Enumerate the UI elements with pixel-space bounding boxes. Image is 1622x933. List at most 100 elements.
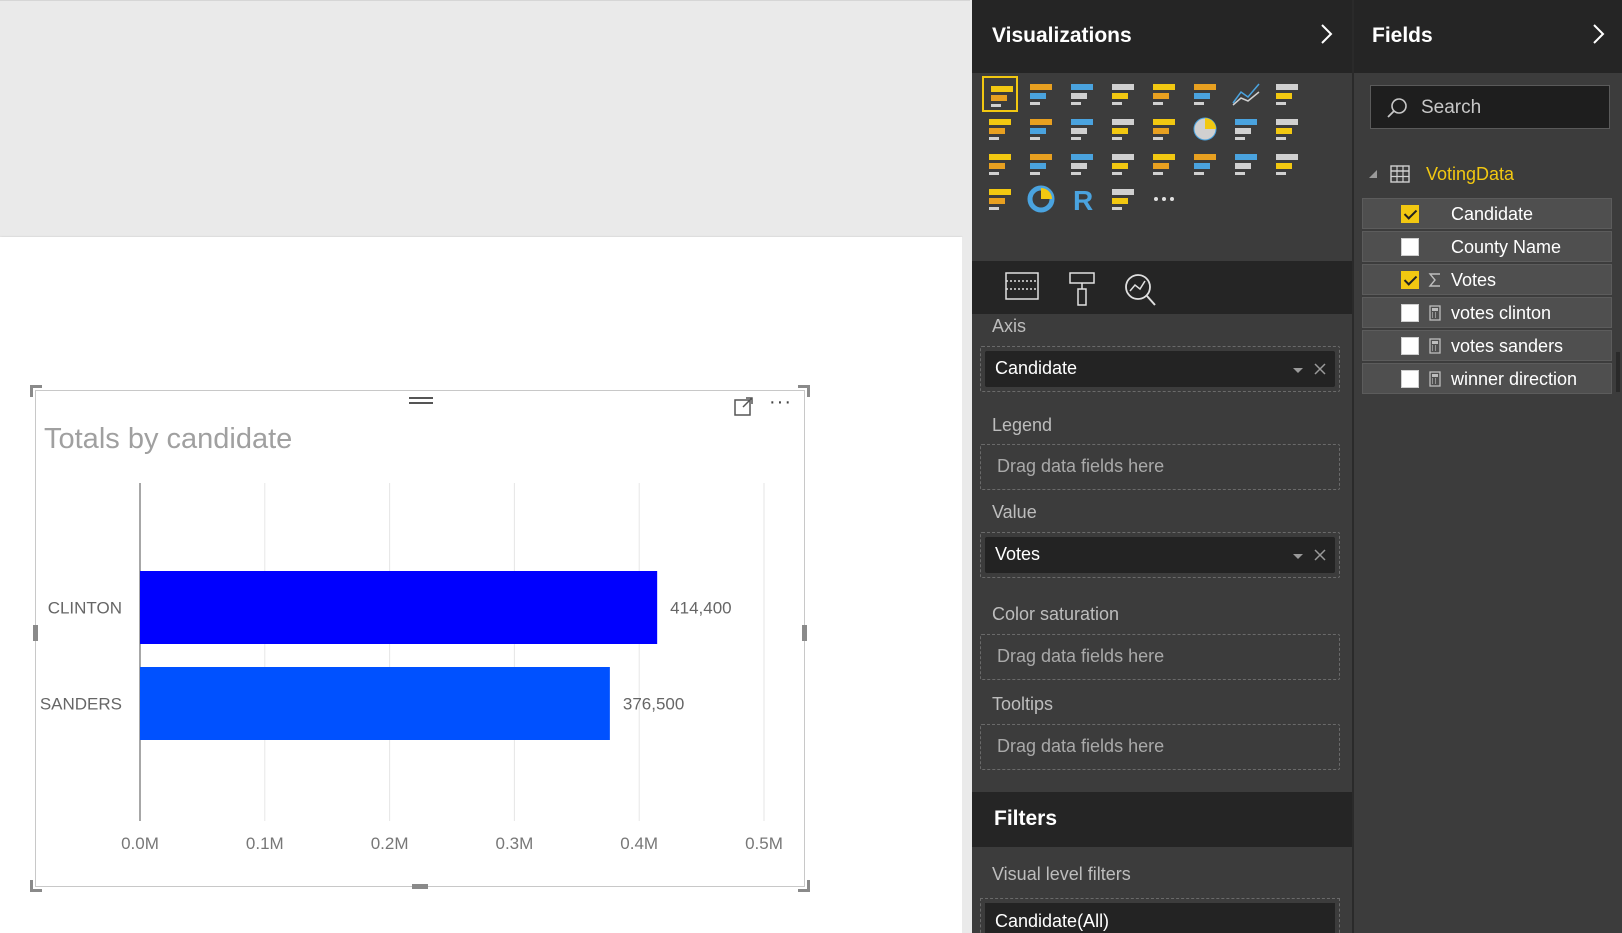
close-icon[interactable] [1313,362,1327,376]
visual-level-filters-label: Visual level filters [992,864,1131,884]
stacked-bar-chart-icon[interactable] [982,76,1018,112]
matrix-icon[interactable] [1023,146,1059,182]
filters-header: Filters [972,792,1352,847]
field-name: winner direction [1451,369,1578,389]
sigma-icon [1428,273,1440,287]
scrollbar[interactable] [1616,352,1620,392]
axis-field-pill[interactable]: Candidate [985,351,1335,387]
canvas-background [0,0,970,237]
multi-row-card-icon[interactable] [1187,146,1223,182]
chevron-down-icon[interactable] [1291,549,1305,563]
field-name: County Name [1451,237,1562,257]
value-well-label: Value [992,502,1037,522]
visual-filter-well[interactable]: Candidate(All) [980,898,1340,933]
search-input[interactable] [1421,96,1601,120]
axis-well[interactable]: Candidate [980,346,1340,392]
stacked-column-chart-icon[interactable] [1023,76,1059,112]
analytics-tab-icon[interactable] [1112,267,1168,311]
color-saturation-well[interactable]: Drag data fields here [980,634,1340,680]
format-tab-icon[interactable] [1054,267,1110,311]
collapse-triangle-icon[interactable] [1368,169,1378,179]
stacked-area-chart-icon[interactable] [982,111,1018,147]
data-label: 376,500 [623,695,684,714]
category-label: SANDERS [40,695,122,714]
tooltips-well[interactable]: Drag data fields here [980,724,1340,770]
slicer-icon[interactable] [982,181,1018,217]
calculator-icon [1429,371,1441,387]
field-checkbox[interactable] [1401,337,1419,355]
calculator-icon [1429,338,1441,354]
field-item-winner-direction[interactable]: winner direction [1362,363,1612,394]
svg-text:R: R [1073,185,1093,216]
chevron-right-icon[interactable] [1314,22,1338,46]
table-icon[interactable] [982,146,1018,182]
chevron-down-icon[interactable] [1291,363,1305,377]
bar-clinton[interactable] [140,571,658,644]
treemap-icon[interactable] [1228,111,1264,147]
more-visuals-icon[interactable] [1146,181,1182,217]
legend-well-label: Legend [992,415,1053,435]
x-tick-label: 0.4M [620,834,658,853]
candidate-filter-card[interactable]: Candidate(All) [985,903,1335,933]
table-votingdata[interactable]: VotingData [1354,158,1622,192]
filters-title: Filters [994,807,1058,830]
fields-tab-icon[interactable] [994,267,1050,311]
field-checkbox[interactable] [1401,304,1419,322]
x-tick-label: 0.2M [371,834,409,853]
line-and-clustered-column-chart-icon[interactable] [1064,111,1100,147]
fields-pane: Fields VotingData Candidate County Nam [1352,0,1622,933]
candidate-filter-text: Candidate(All) [995,911,1110,931]
clustered-column-chart-icon[interactable] [1105,76,1141,112]
field-checkbox[interactable] [1401,205,1419,223]
field-name: votes sanders [1451,336,1564,356]
pie-chart-icon[interactable] [1187,111,1223,147]
pane-tabs [972,261,1352,314]
tooltips-well-label: Tooltips [992,694,1054,714]
x-tick-label: 0.1M [246,834,284,853]
value-field-name: Votes [995,544,1041,564]
clustered-bar-chart-icon[interactable] [1064,76,1100,112]
canvas-gutter [962,237,972,933]
line-and-stacked-column-chart-icon[interactable] [1023,111,1059,147]
visualizations-title: Visualizations [992,24,1132,47]
visualizations-pane: Visualizations R Axis Candidate Legend D… [972,0,1352,933]
line-chart-icon[interactable] [1228,76,1264,112]
value-well[interactable]: Votes [980,532,1340,578]
category-label: CLINTON [48,599,122,618]
donut-chart-icon[interactable] [1023,181,1059,217]
search-icon [1387,98,1407,118]
funnel-icon[interactable] [1105,146,1141,182]
value-field-pill[interactable]: Votes [985,537,1335,573]
field-item-votes-clinton[interactable]: votes clinton [1362,297,1612,328]
field-checkbox[interactable] [1401,370,1419,388]
close-icon[interactable] [1313,548,1327,562]
bar-sanders[interactable] [140,667,610,740]
r-script-visual-icon[interactable]: R [1064,181,1100,217]
100-stacked-column-chart-icon[interactable] [1187,76,1223,112]
tooltips-well-placeholder: Drag data fields here [997,736,1165,756]
field-name: Candidate [1451,204,1534,224]
legend-well[interactable]: Drag data fields here [980,444,1340,490]
filled-map-icon[interactable] [1064,146,1100,182]
field-item-votes-sanders[interactable]: votes sanders [1362,330,1612,361]
field-checkbox[interactable] [1401,238,1419,256]
field-checkbox[interactable] [1401,271,1419,289]
ribbon-chart-icon[interactable] [1105,111,1141,147]
field-item-county-name[interactable]: County Name [1362,231,1612,262]
field-item-votes[interactable]: Votes [1362,264,1612,295]
map-icon[interactable] [1269,111,1305,147]
shape-map-icon[interactable] [1105,181,1141,217]
table-name: VotingData [1426,164,1515,184]
bar-chart-visual[interactable]: ··· Totals by candidate 0.0M 0.1M 0.2M 0.3M… [30,385,810,892]
gauge-icon[interactable] [1146,146,1182,182]
area-chart-icon[interactable] [1269,76,1305,112]
100-stacked-bar-chart-icon[interactable] [1146,76,1182,112]
field-item-candidate[interactable]: Candidate [1362,198,1612,229]
kpi-icon[interactable] [1269,146,1305,182]
fields-search[interactable] [1370,85,1610,129]
card-icon[interactable] [1228,146,1264,182]
chevron-right-icon[interactable] [1586,22,1610,46]
data-label: 414,400 [670,599,731,618]
scatter-chart-icon[interactable] [1146,111,1182,147]
table-icon [1390,165,1410,183]
